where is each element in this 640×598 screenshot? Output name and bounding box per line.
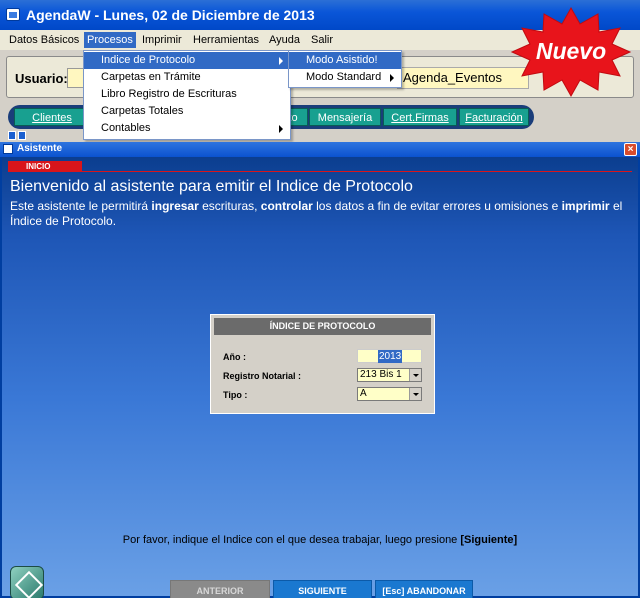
chevron-down-icon[interactable] [409, 388, 421, 400]
desc-bold: controlar [260, 199, 313, 213]
instruction-text: Por favor, indique el Indice con el que … [2, 534, 638, 546]
tipo-select[interactable]: A [357, 387, 422, 401]
tipo-label: Tipo : [223, 390, 248, 400]
menu-item-modo-standard[interactable]: Modo Standard [289, 69, 401, 86]
wizard-heading: Bienvenido al asistente para emitir el I… [10, 178, 413, 195]
user-label: Usuario: [15, 71, 68, 86]
registro-label: Registro Notarial : [223, 371, 302, 381]
menu-item-label: Indice de Protocolo [101, 54, 196, 66]
wizard-body: INICIO Bienvenido al asistente para emit… [2, 157, 638, 598]
panel-title: ÍNDICE DE PROTOCOLO [214, 318, 431, 335]
tools-icon[interactable] [10, 566, 44, 598]
step-divider [8, 171, 632, 172]
menu-item-carpetas-totales[interactable]: Carpetas Totales [84, 103, 290, 120]
submenu-arrow-icon [390, 74, 394, 82]
menu-procesos[interactable]: Procesos [84, 32, 136, 48]
menu-datos-basicos[interactable]: Datos Básicos [6, 32, 82, 48]
nuevo-badge: Nuevo [510, 6, 632, 98]
anterior-button[interactable]: ANTERIOR [170, 580, 270, 598]
wizard-window: Asistente × INICIO Bienvenido al asisten… [0, 142, 640, 598]
menu-salir[interactable]: Salir [308, 32, 336, 48]
menu-item-libro-registro[interactable]: Libro Registro de Escrituras [84, 86, 290, 103]
menu-item-carpetas-tramite[interactable]: Carpetas en Trámite [84, 69, 290, 86]
hint-text: Por favor, indique el Indice con el que … [122, 534, 461, 546]
wizard-title-bar: Asistente × [0, 142, 640, 157]
app-icon [6, 8, 20, 21]
arrow-icon[interactable] [8, 131, 16, 140]
menu-item-indice-protocolo[interactable]: Indice de Protocolo [84, 52, 290, 69]
registro-value: 213 Bis 1 [360, 369, 402, 380]
menu-item-modo-asistido[interactable]: Modo Asistido! [289, 52, 401, 69]
year-label: Año : [223, 352, 246, 362]
tab-facturacion[interactable]: Facturación [459, 108, 529, 126]
close-icon[interactable]: × [624, 143, 637, 156]
desc-bold: ingresar [151, 199, 199, 213]
siguiente-button[interactable]: SIGUIENTE [273, 580, 372, 598]
desc-part: los datos a fin de evitar errores u omis… [312, 199, 562, 213]
menu-item-label: Modo Standard [306, 71, 382, 83]
menu-imprimir[interactable]: Imprimir [139, 32, 185, 48]
wizard-title: Asistente [17, 143, 63, 154]
badge-text: Nuevo [535, 38, 607, 64]
chevron-down-icon[interactable] [409, 369, 421, 381]
menu-item-label: Contables [101, 122, 151, 134]
wizard-description: Este asistente le permitirá ingresar esc… [10, 199, 632, 229]
registro-select[interactable]: 213 Bis 1 [357, 368, 422, 382]
mini-toolbar [8, 131, 30, 141]
abandonar-button[interactable]: [Esc] ABANDONAR [375, 580, 473, 598]
tab-mensajeria[interactable]: Mensajería [309, 108, 381, 126]
tab-cert-firmas[interactable]: Cert.Firmas [383, 108, 457, 126]
desc-part: escrituras, [198, 199, 261, 213]
events-text: Agenda_Eventos [403, 70, 503, 85]
protocolo-submenu: Modo Asistido! Modo Standard [288, 50, 402, 88]
procesos-dropdown: Indice de Protocolo Carpetas en Trámite … [83, 50, 291, 140]
year-value: 2013 [378, 350, 403, 363]
menu-herramientas[interactable]: Herramientas [190, 32, 262, 48]
window-title: AgendaW - Lunes, 02 de Diciembre de 2013 [26, 7, 315, 23]
menu-item-contables[interactable]: Contables [84, 120, 290, 137]
tab-clientes[interactable]: Clientes [14, 108, 90, 126]
tipo-value: A [360, 388, 367, 399]
year-input[interactable]: 2013 [357, 349, 422, 363]
window-icon [3, 144, 13, 154]
submenu-arrow-icon [279, 125, 283, 133]
hint-bold: [Siguiente] [460, 534, 518, 546]
page-icon[interactable] [18, 131, 26, 140]
desc-part: Este asistente le permitirá [10, 199, 152, 213]
desc-bold: imprimir [561, 199, 610, 213]
menu-ayuda[interactable]: Ayuda [266, 32, 303, 48]
app-screen: AgendaW - Lunes, 02 de Diciembre de 2013… [0, 0, 640, 598]
indice-panel: ÍNDICE DE PROTOCOLO Año : 2013 Registro … [210, 314, 435, 414]
submenu-arrow-icon [279, 57, 283, 65]
